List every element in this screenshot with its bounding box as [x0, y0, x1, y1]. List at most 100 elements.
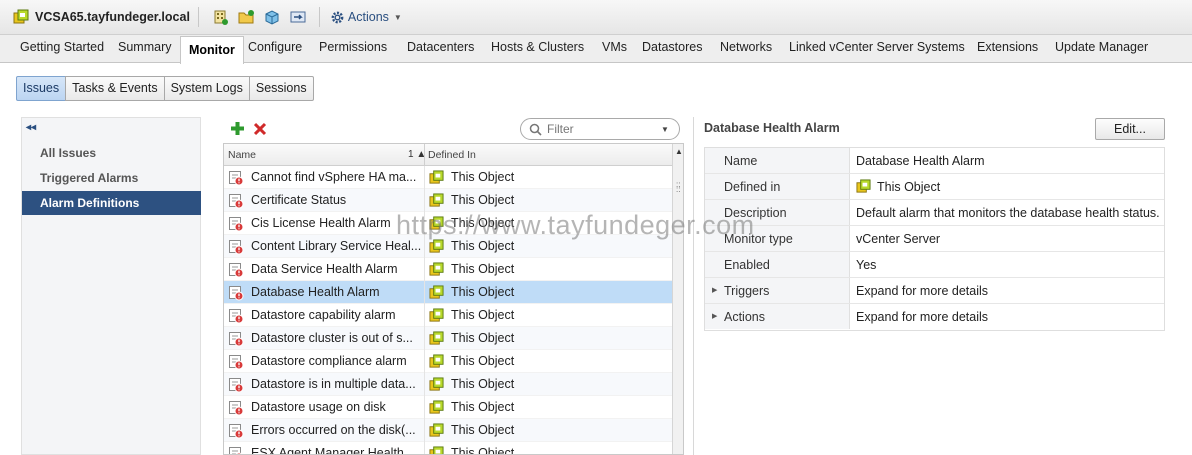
vcenter-object-icon	[429, 170, 444, 185]
alarm-definition-icon	[228, 262, 244, 278]
property-value: Expand for more details	[856, 310, 989, 324]
chevron-down-icon[interactable]: ▼	[661, 125, 669, 134]
alarm-definition-icon	[228, 400, 244, 416]
property-value: Default alarm that monitors the database…	[856, 206, 1160, 220]
scroll-up-icon[interactable]: ▲	[675, 147, 683, 156]
nav-alarm-definitions[interactable]: Alarm Definitions	[22, 191, 201, 215]
tab-monitor[interactable]: Monitor	[180, 36, 244, 64]
property-row: Monitor type vCenter Server	[705, 226, 1164, 252]
nav-triggered-alarms[interactable]: Triggered Alarms	[22, 166, 201, 190]
alarm-definitions-grid: Name 1 ▲ Defined In Cannot find vSphere …	[223, 143, 684, 455]
deploy-ovf-icon[interactable]	[263, 8, 281, 26]
tab-linked-vcenter[interactable]: Linked vCenter Server Systems	[789, 40, 965, 54]
nav-all-issues[interactable]: All Issues	[22, 141, 201, 165]
property-key: Actions	[724, 310, 765, 324]
defined-in-value: This Object	[451, 193, 515, 207]
property-key-cell: ▶ Actions	[705, 304, 850, 329]
table-row[interactable]: Data Service Health Alarm This Object	[224, 258, 672, 281]
cell-divider	[424, 396, 425, 419]
defined-in-value: This Object	[451, 423, 515, 437]
table-row[interactable]: Datastore capability alarm This Object	[224, 304, 672, 327]
column-defined-in[interactable]: Defined In	[428, 149, 476, 161]
alarm-definition-icon	[228, 216, 244, 232]
vcenter-object-icon	[856, 179, 871, 194]
property-row[interactable]: ▶ Actions Expand for more details	[705, 304, 1164, 330]
scroll-grip-icon[interactable]: ::::	[676, 181, 680, 194]
alarm-definition-icon	[228, 239, 244, 255]
tab-vms[interactable]: VMs	[602, 40, 627, 54]
tab-networks[interactable]: Networks	[720, 40, 772, 54]
property-row[interactable]: ▶ Triggers Expand for more details	[705, 278, 1164, 304]
tab-datacenters[interactable]: Datacenters	[407, 40, 474, 54]
new-folder-icon[interactable]	[237, 8, 255, 26]
property-row: Name Database Health Alarm	[705, 148, 1164, 174]
edit-button[interactable]: Edit...	[1095, 118, 1165, 140]
table-row[interactable]: Datastore usage on disk This Object	[224, 396, 672, 419]
property-value[interactable]: This Object	[877, 180, 940, 194]
subtab-tasks-events[interactable]: Tasks & Events	[65, 76, 165, 101]
table-row[interactable]: Errors occurred on the disk(... This Obje…	[224, 419, 672, 442]
vertical-scrollbar[interactable]: ▲ ::::	[672, 144, 683, 454]
add-alarm-icon[interactable]	[230, 121, 245, 136]
table-row[interactable]: Certificate Status This Object	[224, 189, 672, 212]
pane-splitter[interactable]	[693, 117, 694, 455]
alarm-name: Certificate Status	[251, 193, 347, 207]
tab-datastores[interactable]: Datastores	[642, 40, 702, 54]
watermark: https://www.tayfundeger.com	[396, 210, 755, 240]
subtab-system-logs[interactable]: System Logs	[163, 76, 250, 101]
table-row[interactable]: Datastore compliance alarm This Object	[224, 350, 672, 373]
alarm-name: ESX Agent Manager Health	[251, 446, 404, 455]
actions-menu[interactable]: Actions ▼	[330, 10, 402, 25]
migrate-icon[interactable]	[289, 8, 307, 26]
expand-arrow-icon[interactable]: ▶	[712, 286, 717, 294]
alarm-definition-icon	[228, 446, 244, 454]
defined-in-value: This Object	[451, 377, 515, 391]
tab-summary[interactable]: Summary	[118, 40, 171, 54]
column-name[interactable]: Name	[228, 149, 256, 161]
cell-divider	[424, 166, 425, 189]
tab-hosts-clusters[interactable]: Hosts & Clusters	[491, 40, 584, 54]
property-value: vCenter Server	[856, 232, 941, 246]
vcenter-object-icon	[429, 262, 444, 277]
property-value: Expand for more details	[856, 284, 989, 298]
search-icon	[529, 123, 542, 136]
alarm-definition-icon	[228, 331, 244, 347]
tab-getting-started[interactable]: Getting Started	[20, 40, 104, 54]
defined-in-value: This Object	[451, 354, 515, 368]
column-divider[interactable]	[424, 144, 425, 166]
tab-permissions[interactable]: Permissions	[319, 40, 387, 54]
alarm-definition-icon	[228, 354, 244, 370]
tab-extensions[interactable]: Extensions	[977, 40, 1038, 54]
vcenter-icon	[13, 9, 29, 25]
cell-divider	[424, 442, 425, 454]
table-row[interactable]: Datastore is in multiple data... This Obj…	[224, 373, 672, 396]
gear-icon	[330, 10, 345, 25]
tab-configure[interactable]: Configure	[248, 40, 302, 54]
cell-divider	[424, 419, 425, 442]
sub-tabs: Issues Tasks & Events System Logs Sessio…	[16, 76, 314, 101]
title-bar: VCSA65.tayfundeger.local Actions ▼	[0, 0, 1192, 35]
delete-alarm-icon[interactable]	[253, 122, 267, 136]
table-row[interactable]: Datastore cluster is out of s... This Obj…	[224, 327, 672, 350]
filter-box[interactable]: ▼	[520, 118, 680, 140]
table-row[interactable]: Database Health Alarm This Object	[224, 281, 672, 304]
collapse-icon[interactable]: ◂◂	[26, 122, 36, 133]
table-row[interactable]: ESX Agent Manager Health This Object	[224, 442, 672, 455]
alarm-definition-icon	[228, 308, 244, 324]
defined-in-value: This Object	[451, 239, 515, 253]
property-key: Defined in	[724, 180, 781, 194]
expand-arrow-icon[interactable]: ▶	[712, 312, 717, 320]
subtab-issues[interactable]: Issues	[16, 76, 67, 101]
cell-divider	[424, 350, 425, 373]
filter-input[interactable]	[547, 122, 657, 136]
alarm-name: Datastore compliance alarm	[251, 354, 407, 368]
vcenter-object-icon	[429, 377, 444, 392]
subtab-sessions[interactable]: Sessions	[248, 76, 314, 101]
property-value: Yes	[856, 258, 877, 272]
detail-title: Database Health Alarm	[704, 121, 840, 135]
property-key: Enabled	[724, 258, 770, 272]
table-row[interactable]: Cannot find vSphere HA ma... This Object	[224, 166, 672, 189]
tab-update-manager[interactable]: Update Manager	[1055, 40, 1148, 54]
new-datacenter-icon[interactable]	[211, 8, 229, 26]
vcenter-object-icon	[429, 239, 444, 254]
